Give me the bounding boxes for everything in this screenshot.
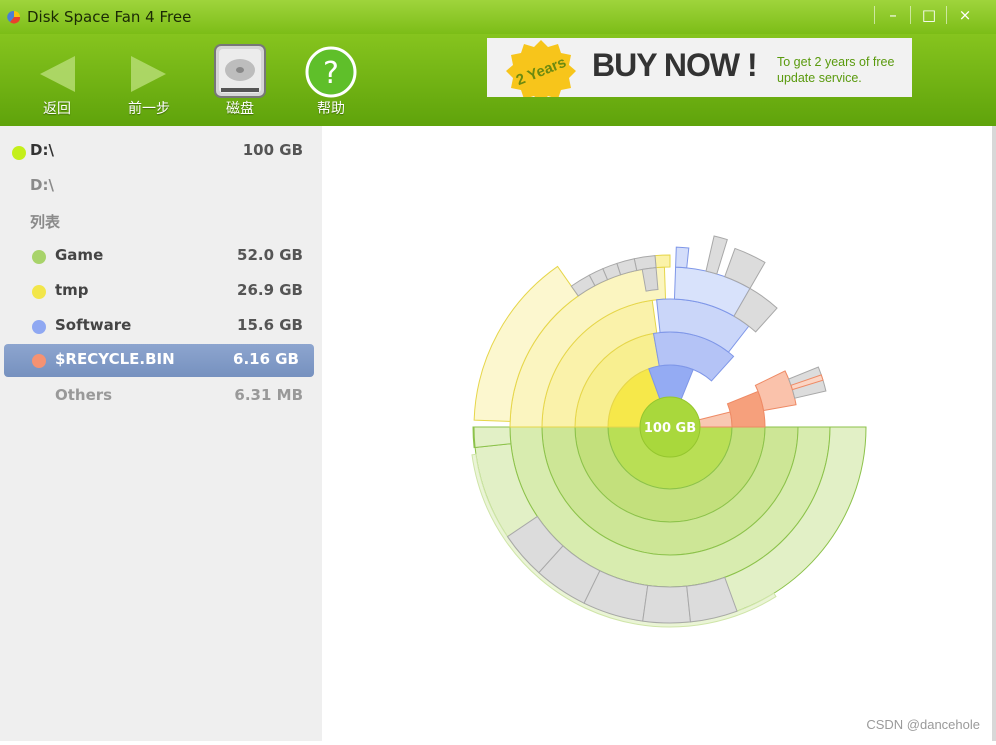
color-dot (32, 250, 46, 264)
disk-button[interactable]: 磁盘 (205, 34, 275, 126)
breadcrumb[interactable]: D:\ (30, 176, 54, 194)
drive-dot (12, 146, 26, 160)
watermark: CSDN @dancehole (866, 717, 980, 732)
item-size: 15.6 GB (237, 316, 303, 334)
buy-now-banner[interactable]: 2 Years BUY NOW ! To get 2 years of free… (487, 38, 912, 97)
color-dot (32, 354, 46, 368)
forward-button[interactable]: 前一步 (114, 34, 184, 126)
window-edge (992, 126, 996, 741)
help-label: 帮助 (317, 101, 345, 117)
list-item-tmp[interactable]: tmp 26.9 GB (0, 275, 322, 307)
list-item-others[interactable]: Others 6.31 MB (0, 380, 322, 412)
item-size: 26.9 GB (237, 281, 303, 299)
item-name: tmp (55, 281, 89, 299)
center-label: 100 GB (644, 421, 696, 436)
list-item-software[interactable]: Software 15.6 GB (0, 310, 322, 342)
game-subfolder[interactable] (473, 426, 512, 449)
list-heading: 列表 (30, 213, 61, 231)
list-item-game[interactable]: Game 52.0 GB (0, 240, 322, 272)
forward-label: 前一步 (128, 101, 170, 117)
toolbar: 返回 前一步 磁盘 ? 帮助 2 Years BUY NOW ! To get … (0, 34, 996, 126)
item-name: Software (55, 316, 132, 334)
item-size: 52.0 GB (237, 246, 303, 264)
item-size: 6.31 MB (234, 386, 303, 404)
title-separator (874, 6, 875, 24)
item-size: 6.16 GB (233, 350, 299, 368)
game-file-3[interactable] (642, 584, 692, 624)
back-arrow-icon (40, 56, 75, 92)
disk-fan-chart[interactable]: 100 GB (322, 126, 996, 741)
app-window: Disk Space Fan 4 Free – □ × 返回 前一步 磁盘 ? … (0, 0, 996, 741)
drive-label[interactable]: D:\ (30, 141, 54, 159)
tmp-file[interactable] (654, 254, 671, 269)
hard-disk-icon (214, 44, 266, 98)
forward-arrow-icon (131, 56, 166, 92)
item-name: $RECYCLE.BIN (55, 350, 175, 368)
close-button[interactable]: × (948, 4, 982, 26)
buy-now-headline: BUY NOW ! (592, 47, 758, 83)
item-name: Others (55, 386, 113, 404)
software-file-b[interactable] (705, 235, 728, 275)
badge-icon: 2 Years (506, 40, 576, 97)
item-name: Game (55, 246, 104, 264)
title-separator (910, 6, 911, 24)
disk-label: 磁盘 (226, 101, 254, 117)
app-logo-icon (7, 10, 21, 24)
maximize-button[interactable]: □ (912, 4, 946, 26)
window-title: Disk Space Fan 4 Free (27, 8, 192, 26)
sidebar: D:\ 100 GB D:\ 列表 Game 52.0 GB tmp 26.9 … (0, 126, 322, 741)
drive-size: 100 GB (242, 141, 303, 159)
software-file-d[interactable] (675, 246, 690, 269)
buy-now-subline: To get 2 years of free update service. (777, 55, 895, 85)
title-separator (946, 6, 947, 24)
chart-area: 100 GB (322, 126, 996, 741)
minimize-button[interactable]: – (876, 4, 910, 26)
recycle-segment-level2[interactable] (726, 390, 766, 428)
title-bar: Disk Space Fan 4 Free – □ × (0, 0, 996, 34)
help-icon: ? (305, 46, 357, 98)
help-button[interactable]: ? 帮助 (296, 34, 366, 126)
color-dot (32, 285, 46, 299)
back-button[interactable]: 返回 (22, 34, 92, 126)
color-dot (32, 320, 46, 334)
list-item-recycle-bin[interactable]: $RECYCLE.BIN 6.16 GB (4, 344, 314, 377)
svg-text:?: ? (323, 56, 339, 91)
back-label: 返回 (43, 101, 71, 117)
